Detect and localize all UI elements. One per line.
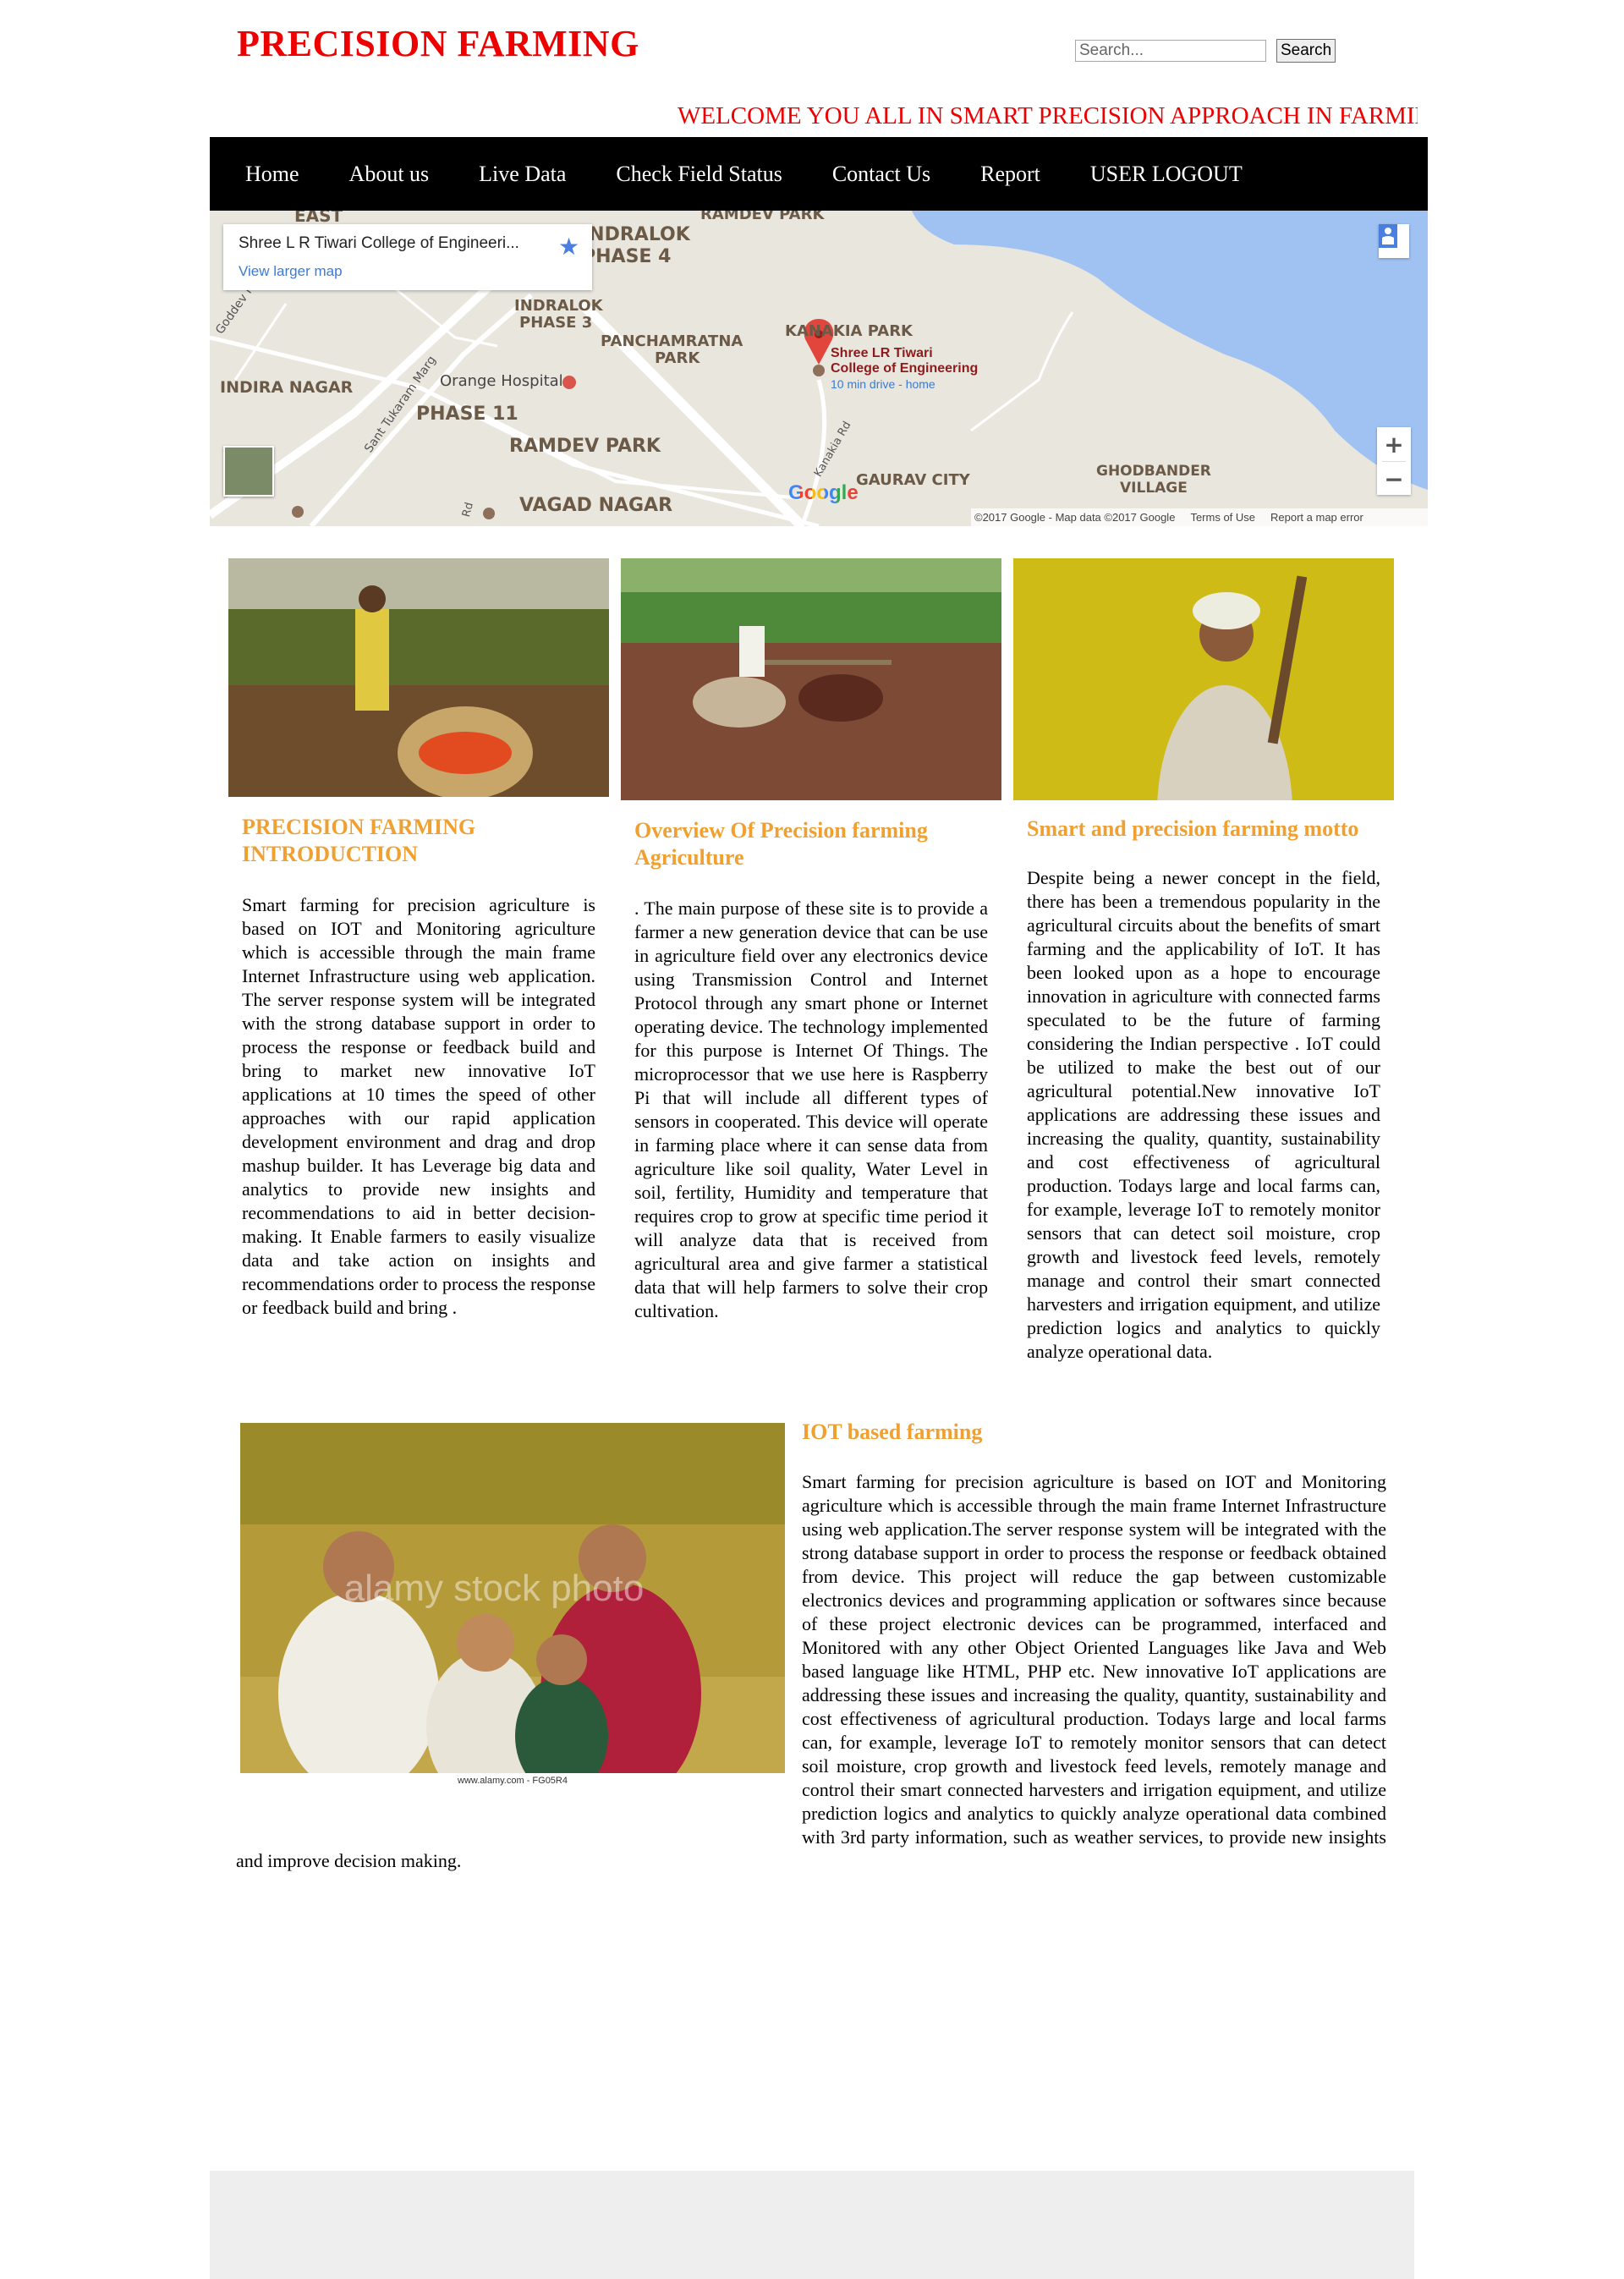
map-label-indralok4-a: INDRALOK [582, 224, 690, 245]
farmer-harvest-image [228, 558, 609, 797]
map-label-indira: INDIRA NAGAR [220, 378, 354, 397]
google-logo: Google [788, 481, 859, 505]
map-label-indralok3-b: PHASE 3 [519, 314, 593, 332]
map-label-indralok3-a: INDRALOK [514, 297, 603, 315]
poi-icon-2 [483, 508, 495, 519]
search-form: Search [1075, 39, 1336, 63]
nav-about-us[interactable]: About us [349, 162, 430, 187]
map-label-kanakia: KANAKIA PARK [785, 322, 913, 340]
mustard-illustration [1013, 558, 1394, 800]
mustard-farmer-image [1013, 558, 1394, 800]
nav-live-data[interactable]: Live Data [479, 162, 566, 187]
motto-heading: Smart and precision farming motto [1027, 816, 1359, 841]
embedded-map[interactable]: EAST RAMDEV PARK INDRALOK PHASE 4 INDRAL… [210, 211, 1428, 526]
nav-user-logout[interactable]: USER LOGOUT [1090, 162, 1243, 187]
satellite-toggle[interactable] [223, 446, 274, 497]
road-goddev [233, 303, 288, 381]
site-title: PRECISION FARMING [237, 23, 639, 64]
map-label-phase11: PHASE 11 [416, 404, 518, 425]
map-label-ghod-a: GHODBANDER [1096, 463, 1211, 480]
map-label-indralok4-b: PHASE 4 [582, 246, 672, 267]
motto-column: Smart and precision farming motto Despit… [1013, 558, 1394, 1364]
map-label-vagad: VAGAD NAGAR [519, 495, 673, 516]
map-label-panch-a: PANCHAMRATNA [601, 332, 743, 350]
map-label-ghod-b: VILLAGE [1120, 480, 1188, 497]
search-input[interactable] [1075, 40, 1266, 62]
creek-water [912, 211, 1428, 490]
page-footer [210, 2171, 1414, 2279]
overview-body: . The main purpose of these site is to p… [634, 898, 988, 1321]
map-place-card: Shree L R Tiwari College of Engineeri...… [223, 224, 592, 290]
map-label-ramdev-top: RAMDEV PARK [700, 211, 825, 223]
map-label-ramdev: RAMDEV PARK [509, 436, 661, 457]
pegman-shape [1379, 224, 1397, 248]
intro-body: Smart farming for precision agriculture … [242, 894, 595, 1318]
report-map-error-link[interactable]: Report a map error [1270, 511, 1363, 524]
overview-heading: Overview Of Precision farming Agricultur… [634, 818, 928, 870]
harvest-illustration [228, 558, 609, 797]
marker-label: Shree LR Tiwari College of Engineering 1… [831, 346, 978, 392]
nav-check-field-status[interactable]: Check Field Status [616, 162, 782, 187]
marker-subtitle: 10 min drive - home [831, 377, 935, 391]
zoom-in-button[interactable]: + [1377, 427, 1411, 461]
intro-column: PRECISION FARMING INTRODUCTION Smart far… [228, 558, 609, 1320]
road-minor-2 [970, 311, 1074, 432]
motto-body: Despite being a newer concept in the fie… [1027, 867, 1380, 1362]
nav-contact-us[interactable]: Contact Us [832, 162, 930, 187]
map-attribution: ©2017 Google - Map data ©2017 Google [974, 511, 1176, 524]
hospital-poi-icon [562, 376, 576, 389]
map-attribution-bar: ©2017 Google - Map data ©2017 Google Ter… [971, 508, 1428, 526]
zoom-out-button[interactable]: − [1377, 462, 1411, 496]
nav-report[interactable]: Report [980, 162, 1040, 187]
map-label-panch-b: PARK [655, 349, 700, 367]
marker-title-2: College of Engineering [831, 361, 979, 376]
welcome-marquee: WELCOME YOU ALL IN SMART PRECISION APPRO… [210, 98, 1418, 134]
intro-heading: PRECISION FARMING INTRODUCTION [242, 815, 476, 866]
map-zoom-control: + − [1377, 427, 1411, 495]
marker-title-1: Shree LR Tiwari [831, 346, 933, 360]
overview-column: Overview Of Precision farming Agricultur… [621, 558, 1001, 1323]
iot-heading: IOT based farming [802, 1420, 983, 1444]
nav-home[interactable]: Home [245, 162, 299, 187]
poi-icon-1 [292, 506, 304, 518]
map-label-orange-hospital: Orange Hospital [440, 372, 563, 390]
google-logo-text: Google [788, 481, 859, 504]
plough-illustration [621, 558, 1001, 800]
save-star-icon[interactable]: ★ [558, 233, 579, 261]
ox-plough-image [621, 558, 1001, 800]
street-view-pegman-icon[interactable] [1379, 224, 1409, 258]
view-larger-map-link[interactable]: View larger map [239, 263, 343, 280]
map-label-gaurav: GAURAV CITY [856, 471, 970, 489]
search-button[interactable]: Search [1276, 39, 1336, 63]
iot-section: Smart farming for precision agriculture … [0, 1470, 1624, 1873]
marquee-text: WELCOME YOU ALL IN SMART PRECISION APPRO… [678, 102, 1418, 129]
terms-of-use-link[interactable]: Terms of Use [1190, 511, 1255, 524]
main-nav: Home About us Live Data Check Field Stat… [210, 137, 1428, 211]
college-poi-icon [813, 365, 825, 376]
map-place-title: Shree L R Tiwari College of Engineeri... [239, 234, 519, 252]
